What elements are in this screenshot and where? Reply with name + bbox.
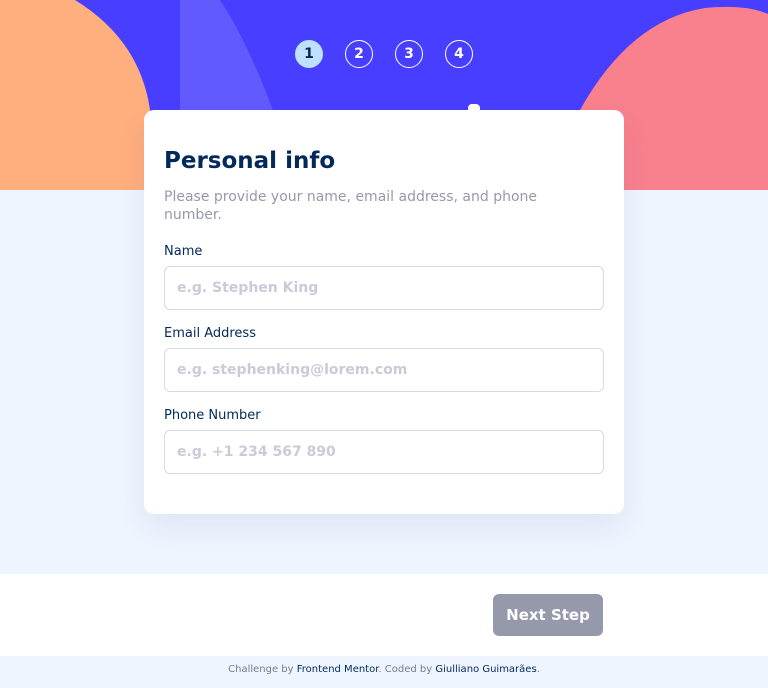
- attribution-prefix: Challenge by: [228, 664, 297, 675]
- name-input[interactable]: [164, 266, 604, 310]
- orange-blob-shape: [0, 0, 150, 190]
- page-subtitle: Please provide your name, email address,…: [164, 189, 538, 223]
- name-label: Name: [164, 244, 203, 259]
- attribution: Challenge by Frontend Mentor. Coded by G…: [0, 664, 768, 675]
- attribution-suffix: .: [536, 664, 540, 675]
- page-title: Personal info: [164, 148, 336, 174]
- phone-label: Phone Number: [164, 408, 261, 423]
- author-link[interactable]: Giulliano Guimarães: [435, 664, 536, 675]
- email-input[interactable]: [164, 348, 604, 392]
- step-3[interactable]: 3: [395, 40, 423, 68]
- step-1[interactable]: 1: [295, 40, 323, 68]
- frontend-mentor-link[interactable]: Frontend Mentor: [297, 664, 379, 675]
- step-indicator: 1 2 3 4: [0, 40, 768, 72]
- personal-info-card: Personal info Please provide your name, …: [144, 110, 624, 514]
- step-4[interactable]: 4: [445, 40, 473, 68]
- email-label: Email Address: [164, 326, 256, 341]
- step-2[interactable]: 2: [345, 40, 373, 68]
- phone-input[interactable]: [164, 430, 604, 474]
- footer-bar: [0, 574, 768, 656]
- next-step-button[interactable]: Next Step: [493, 594, 603, 636]
- attribution-middle: . Coded by: [378, 664, 436, 675]
